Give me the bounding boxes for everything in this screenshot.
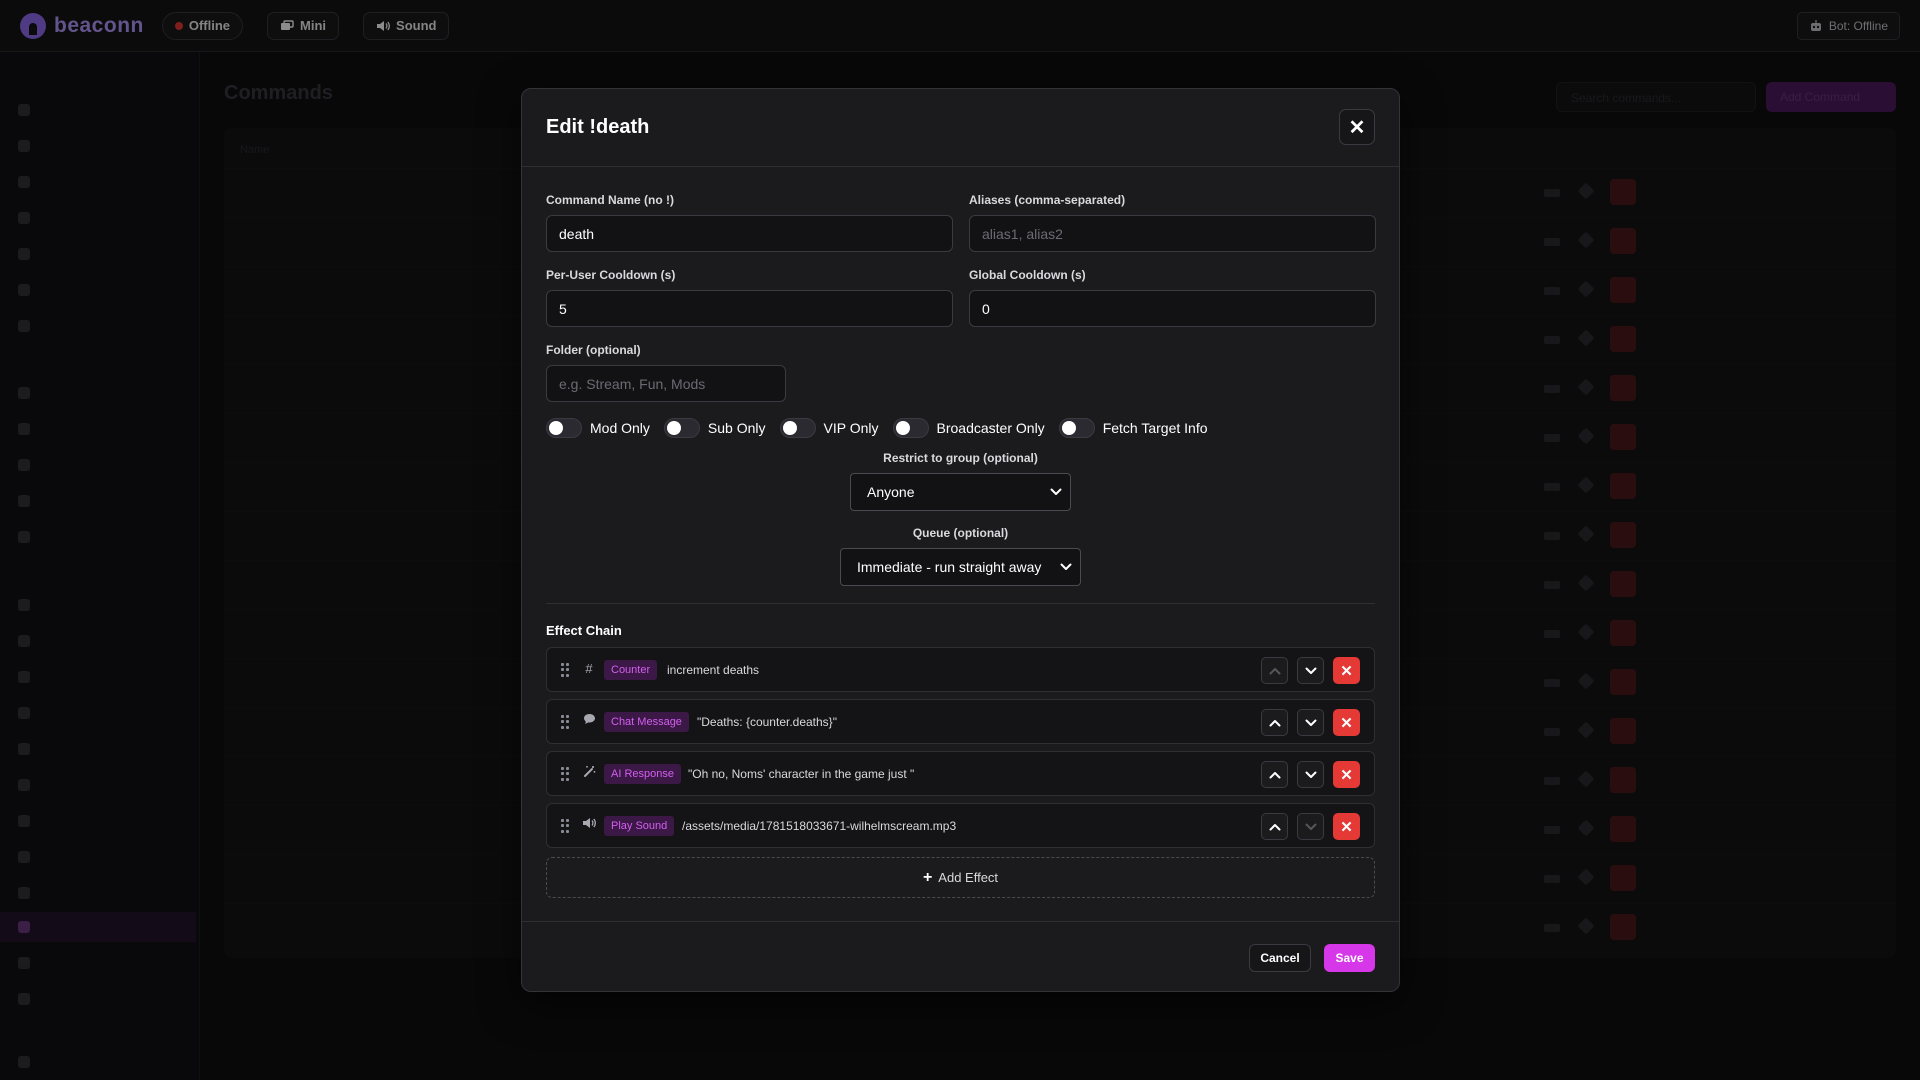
modal-footer: Cancel Save — [522, 921, 1399, 991]
toggle-label: Fetch Target Info — [1102, 420, 1208, 436]
remove-effect-button[interactable]: ✕ — [1333, 761, 1360, 788]
close-icon: ✕ — [1340, 766, 1353, 784]
toggle-switch[interactable] — [663, 418, 700, 438]
effect-description: /assets/media/1781518033671-wilhelmscrea… — [682, 819, 957, 833]
chevron-up-icon — [1269, 667, 1280, 674]
chevron-down-icon — [1305, 719, 1316, 726]
per-user-cooldown-input[interactable]: 5 — [546, 290, 953, 327]
close-button[interactable]: ✕ — [1339, 109, 1375, 145]
effect-type-badge: Chat Message — [604, 712, 689, 732]
magic-wand-icon — [581, 765, 597, 781]
move-down-button[interactable] — [1297, 657, 1324, 684]
chevron-down-icon — [1060, 563, 1072, 570]
sub-only-toggle[interactable]: Sub Only — [663, 418, 766, 438]
speaker-icon — [581, 817, 597, 833]
toggle-label: VIP Only — [823, 420, 879, 436]
command-name-label: Command Name (no !) — [546, 193, 675, 207]
toggle-label: Broadcaster Only — [936, 420, 1045, 436]
toggle-label: Sub Only — [707, 420, 766, 436]
toggle-label: Mod Only — [590, 420, 650, 436]
edit-command-modal: Edit !death ✕ Command Name (no !) death … — [521, 88, 1400, 992]
close-icon: ✕ — [1340, 662, 1353, 680]
close-icon: ✕ — [1340, 818, 1353, 836]
chevron-down-icon — [1305, 771, 1316, 778]
chevron-up-icon — [1269, 719, 1280, 726]
effect-item[interactable]: Play Sound /assets/media/1781518033671-w… — [546, 803, 1375, 848]
drag-handle-icon[interactable] — [561, 767, 569, 781]
move-up-button[interactable] — [1261, 709, 1288, 736]
global-cooldown-label: Global Cooldown (s) — [969, 268, 1086, 282]
queue-label: Queue (optional) — [912, 526, 1009, 540]
effect-item[interactable]: AI Response "Oh no, Noms' character in t… — [546, 751, 1375, 796]
vip-only-toggle[interactable]: VIP Only — [779, 418, 879, 438]
move-up-button[interactable] — [1261, 761, 1288, 788]
per-user-cooldown-label: Per-User Cooldown (s) — [546, 268, 676, 282]
move-down-button[interactable] — [1297, 761, 1324, 788]
hash-icon: # — [585, 661, 593, 676]
close-icon: ✕ — [1348, 116, 1366, 139]
move-down-button[interactable] — [1297, 813, 1324, 840]
chevron-down-icon — [1305, 667, 1316, 674]
effect-type-badge: AI Response — [604, 764, 681, 784]
plus-icon: + — [922, 868, 933, 886]
queue-select[interactable]: Immediate - run straight away — [840, 548, 1081, 586]
cancel-button[interactable]: Cancel — [1249, 944, 1311, 972]
folder-label: Folder (optional) — [546, 343, 641, 357]
queue-value: Immediate - run straight away — [857, 559, 1042, 575]
effect-description: "Deaths: {counter.deaths}" — [697, 715, 837, 729]
modal-header: Edit !death ✕ — [522, 89, 1399, 167]
fetch-target-info-toggle[interactable]: Fetch Target Info — [1058, 418, 1208, 438]
permission-toggles: Mod Only Sub Only VIP Only Broadcaster O… — [546, 418, 1222, 438]
move-down-button[interactable] — [1297, 709, 1324, 736]
folder-input[interactable]: e.g. Stream, Fun, Mods — [546, 365, 786, 402]
chevron-down-icon — [1050, 488, 1062, 495]
chevron-up-icon — [1269, 823, 1280, 830]
effect-chain-title: Effect Chain — [546, 623, 622, 638]
restrict-group-select[interactable]: Anyone — [850, 473, 1071, 511]
effect-description: increment deaths — [667, 663, 760, 677]
mod-only-toggle[interactable]: Mod Only — [546, 418, 650, 438]
broadcaster-only-toggle[interactable]: Broadcaster Only — [892, 418, 1045, 438]
restrict-group-value: Anyone — [867, 484, 915, 500]
move-up-button[interactable] — [1261, 657, 1288, 684]
toggle-switch[interactable] — [1058, 418, 1095, 438]
effect-type-badge: Play Sound — [604, 816, 675, 836]
add-effect-label: Add Effect — [938, 870, 999, 885]
close-icon: ✕ — [1340, 714, 1353, 732]
section-divider — [546, 603, 1375, 604]
command-name-input[interactable]: death — [546, 215, 953, 252]
effect-description: "Oh no, Noms' character in the game just… — [688, 767, 915, 781]
save-button[interactable]: Save — [1324, 944, 1375, 972]
aliases-label: Aliases (comma-separated) — [969, 193, 1126, 207]
aliases-input[interactable]: alias1, alias2 — [969, 215, 1376, 252]
add-effect-button[interactable]: + Add Effect — [546, 857, 1375, 898]
toggle-switch[interactable] — [546, 418, 582, 438]
remove-effect-button[interactable]: ✕ — [1333, 813, 1360, 840]
move-up-button[interactable] — [1261, 813, 1288, 840]
effect-item[interactable]: Chat Message "Deaths: {counter.deaths}" … — [546, 699, 1375, 744]
chevron-up-icon — [1269, 771, 1280, 778]
global-cooldown-input[interactable]: 0 — [969, 290, 1376, 327]
drag-handle-icon[interactable] — [561, 663, 569, 677]
modal-title: Edit !death — [546, 116, 650, 138]
remove-effect-button[interactable]: ✕ — [1333, 657, 1360, 684]
remove-effect-button[interactable]: ✕ — [1333, 709, 1360, 736]
toggle-switch[interactable] — [779, 418, 816, 438]
drag-handle-icon[interactable] — [561, 715, 569, 729]
effect-item[interactable]: # Counter increment deaths ✕ — [546, 647, 1375, 692]
effect-type-badge: Counter — [604, 660, 658, 680]
restrict-group-label: Restrict to group (optional) — [883, 451, 1038, 465]
chevron-down-icon — [1305, 823, 1316, 830]
toggle-switch[interactable] — [892, 418, 929, 438]
chat-bubble-icon — [581, 713, 597, 729]
drag-handle-icon[interactable] — [561, 819, 569, 833]
